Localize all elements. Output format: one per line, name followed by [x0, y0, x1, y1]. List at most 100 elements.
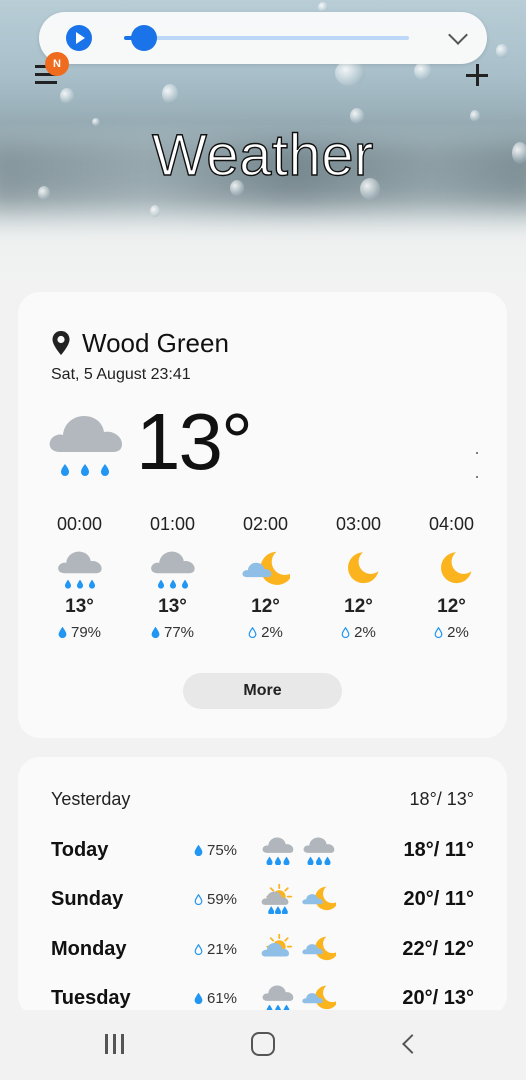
- date-time: Sat, 5 August 23:41: [51, 366, 191, 383]
- current-weather-card[interactable]: Wood Green Sat, 5 August 23:41 13° 00:00…: [18, 292, 507, 738]
- precipitation-drop-outline-icon: [341, 627, 350, 638]
- hour-time: 04:00: [428, 514, 475, 534]
- day-temperatures: 22°/ 12°: [402, 937, 474, 960]
- precipitation-drop-outline-icon: [248, 627, 257, 638]
- hourly-item: 03:00 12° 2%: [312, 514, 405, 641]
- location-name: Wood Green: [82, 328, 229, 358]
- moon-icon: [347, 552, 378, 584]
- rain-cloud-icon: [262, 985, 294, 1014]
- system-navigation-bar: [0, 1010, 526, 1080]
- day-weather-icon: [261, 933, 295, 964]
- hour-weather-icon: [56, 548, 104, 592]
- raindrop-decoration: [150, 205, 160, 217]
- day-precipitation-value: 21%: [207, 940, 238, 958]
- hour-precipitation: 79%: [33, 624, 126, 641]
- day-weather-icon: [302, 835, 336, 866]
- hour-temperature: 13°: [158, 596, 187, 617]
- precipitation-drop-icon: [58, 627, 67, 638]
- day-precipitation: 21%: [194, 941, 237, 958]
- day-temperatures: 18°/ 13°: [409, 789, 474, 809]
- media-seek-slider[interactable]: [124, 25, 409, 51]
- raindrop-decoration: [414, 62, 432, 80]
- hour-time: 01:00: [149, 514, 196, 534]
- moon-cloud-icon: [241, 551, 293, 585]
- daily-row: Monday 21% 22°/ 12°: [18, 930, 507, 970]
- daily-row: Sunday 59% 20°/ 11°: [18, 880, 507, 920]
- media-player-bar: [39, 12, 487, 64]
- play-button[interactable]: [66, 25, 92, 51]
- daily-row: Yesterday 18°/ 13°: [18, 781, 507, 821]
- hour-precipitation-value: 2%: [261, 624, 283, 641]
- hour-weather-icon: [241, 548, 293, 592]
- day-weather-icon: [261, 983, 295, 1014]
- hourly-item: 04:00 12° 2%: [405, 514, 498, 641]
- day-weather-icon: [302, 884, 339, 914]
- raindrop-decoration: [162, 84, 178, 104]
- hour-precipitation-value: 2%: [447, 624, 469, 641]
- hour-weather-icon: [428, 548, 476, 592]
- raindrop-decoration: [470, 110, 480, 122]
- precipitation-drop-outline-icon: [434, 627, 443, 638]
- back-icon[interactable]: [402, 1034, 422, 1054]
- add-location-icon[interactable]: [466, 64, 488, 86]
- daily-row: Today 75% 18°/ 11°: [18, 831, 507, 871]
- hour-time: 03:00: [335, 514, 382, 534]
- hour-temperature: 12°: [437, 596, 466, 617]
- hour-weather-icon: [149, 548, 197, 592]
- raindrop-decoration: [318, 2, 328, 12]
- day-precipitation-value: 61%: [207, 990, 238, 1007]
- rain-cloud-icon: [303, 837, 335, 866]
- hour-precipitation-value: 79%: [70, 624, 102, 641]
- hour-time: 02:00: [242, 514, 289, 534]
- day-name: Tuesday: [51, 987, 131, 1009]
- chevron-down-icon[interactable]: [448, 25, 468, 45]
- hour-precipitation: 2%: [312, 624, 405, 641]
- raindrop-decoration: [60, 88, 74, 104]
- day-name: Today: [51, 838, 109, 861]
- day-temperatures: 20°/ 11°: [403, 888, 475, 910]
- home-icon[interactable]: [251, 1032, 275, 1056]
- page-title: Weather: [151, 122, 374, 188]
- moon-icon: [440, 552, 471, 584]
- day-temperatures: 20°/ 13°: [402, 987, 474, 1009]
- hour-precipitation-value: 2%: [354, 624, 376, 641]
- precipitation-drop-icon: [194, 993, 203, 1004]
- hour-time: 00:00: [56, 514, 103, 534]
- precipitation-drop-icon: [151, 627, 160, 638]
- precipitation-drop-outline-icon: [194, 943, 203, 955]
- precipitation-drop-outline-icon: [194, 894, 203, 905]
- moon-cloud-icon: [302, 886, 339, 911]
- moon-cloud-icon: [302, 936, 339, 960]
- rain-cloud-icon: [150, 551, 195, 589]
- hour-temperature: 12°: [251, 596, 280, 617]
- hourly-item: 02:00 12° 2%: [219, 514, 312, 641]
- day-name: Monday: [51, 937, 127, 960]
- day-weather-icon: [302, 934, 339, 964]
- day-precipitation: 75%: [194, 842, 237, 859]
- day-name: Yesterday: [51, 789, 131, 809]
- seek-handle[interactable]: [130, 25, 157, 51]
- moon-cloud-icon: [302, 985, 339, 1010]
- rain-cloud-icon: [49, 416, 122, 476]
- hour-precipitation: 2%: [219, 624, 312, 641]
- hour-precipitation-value: 77%: [163, 624, 195, 641]
- day-precipitation: 59%: [194, 891, 237, 908]
- more-button[interactable]: More: [183, 673, 342, 709]
- day-precipitation-value: 59%: [207, 891, 238, 908]
- hourly-item: 00:00 13° 79%: [33, 514, 126, 641]
- hour-precipitation: 2%: [405, 624, 498, 641]
- day-weather-icon: [261, 883, 295, 916]
- day-name: Sunday: [51, 888, 124, 910]
- day-precipitation: 61%: [194, 990, 237, 1007]
- day-temperatures: 18°/ 11°: [403, 838, 475, 861]
- hour-weather-icon: [335, 548, 383, 592]
- hour-temperature: 12°: [344, 596, 373, 617]
- hourly-item: 01:00 13° 77%: [126, 514, 219, 641]
- recent-apps-icon[interactable]: [105, 1034, 127, 1056]
- location-pin-icon: [52, 331, 70, 355]
- daily-forecast-card[interactable]: Yesterday 18°/ 13° Today 75% 18°/ 11° Sunday 5…: [18, 757, 507, 1017]
- raindrop-decoration: [496, 44, 508, 58]
- sun-cloud-icon: [261, 933, 293, 956]
- hourly-forecast[interactable]: 00:00 13° 79% 01:00 13° 77% 02:00 12° 2% 03:00 12°…: [33, 514, 498, 644]
- day-weather-icon: [302, 983, 339, 1013]
